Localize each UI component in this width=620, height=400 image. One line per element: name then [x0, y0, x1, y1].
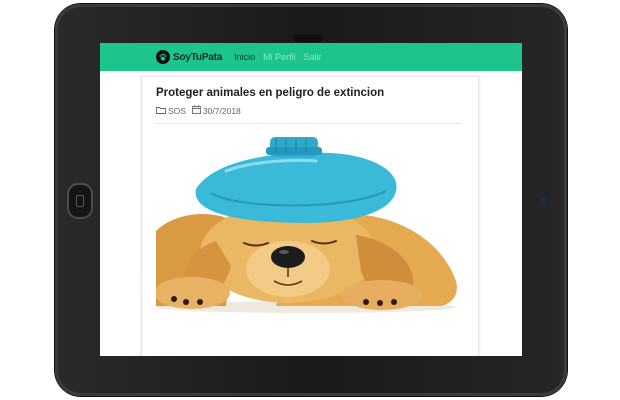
post-meta: SOS 30/7/2018	[156, 105, 241, 116]
navbar: SoyTuPata Inicio Mi Perfil Salir	[100, 43, 522, 71]
paw-icon	[156, 50, 170, 64]
post-title[interactable]: Proteger animales en peligro de extincio…	[156, 87, 384, 99]
nav-link-salir[interactable]: Salir	[304, 52, 322, 62]
nav-links: Inicio Mi Perfil Salir	[234, 52, 330, 62]
camera-lens	[540, 197, 547, 204]
brand[interactable]: SoyTuPata	[156, 50, 222, 64]
post-image[interactable]	[154, 131, 462, 315]
front-camera	[293, 34, 323, 42]
sleeping-puppy-illustration	[154, 137, 457, 313]
divider	[156, 123, 462, 124]
brand-name: SoyTuPata	[173, 51, 223, 63]
nav-link-inicio[interactable]: Inicio	[234, 52, 255, 62]
post-category[interactable]: SOS	[168, 106, 186, 116]
nav-link-mi-perfil[interactable]: Mi Perfil	[263, 52, 296, 62]
calendar-icon	[192, 105, 201, 116]
screen: SoyTuPata Inicio Mi Perfil Salir Protege…	[100, 43, 522, 356]
folder-icon	[156, 106, 166, 116]
post-card: Proteger animales en peligro de extincio…	[141, 76, 479, 356]
home-button[interactable]	[67, 183, 93, 219]
post-date: 30/7/2018	[202, 105, 241, 116]
